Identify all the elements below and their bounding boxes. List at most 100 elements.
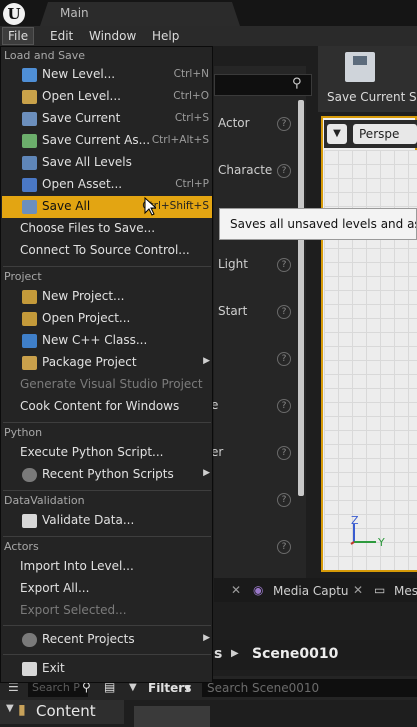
folder-icon: ▮ [18,702,26,718]
close-icon[interactable]: ✕ [353,583,363,597]
media-capture-icon: ◉ [253,583,264,597]
asset-tile[interactable] [134,706,210,727]
help-icon[interactable]: ? [277,305,291,319]
place-item-actor[interactable]: Actor [218,116,250,130]
menu-item-save-current-as[interactable]: Save Current As... Ctrl+Alt+S [2,130,212,152]
tab-media-capture[interactable]: Media Captu [273,582,349,600]
menu-item-recent-python-scripts[interactable]: Recent Python Scripts ▶ [2,464,212,486]
menu-file[interactable]: File [2,27,35,45]
submenu-arrow-icon: ▶ [203,356,210,366]
menu-item-generate-vs-project[interactable]: Generate Visual Studio Project [2,374,212,396]
place-actors-panel [214,66,306,581]
open-asset-icon [22,178,37,192]
perspective-button[interactable]: Perspe [353,124,417,144]
breadcrumb-chevron-icon: ▶ [231,648,239,659]
tab-main-label: Main [60,6,89,20]
menu-item-import-into-level[interactable]: Import Into Level... [2,556,212,578]
section-data-validation: DataValidation [4,494,85,507]
open-level-icon [22,90,37,104]
save-icon[interactable] [345,52,375,82]
cpp-class-icon [22,334,37,348]
menu-item-cook-content[interactable]: Cook Content for Windows [2,396,212,418]
help-icon[interactable]: ? [277,540,291,554]
menu-item-recent-projects[interactable]: Recent Projects ▶ [2,629,212,651]
menu-edit[interactable]: Edit [45,28,78,44]
save-current-button[interactable]: Save Current [327,90,405,104]
menu-help[interactable]: Help [147,28,184,44]
menu-item-new-level[interactable]: New Level... Ctrl+N [2,64,212,86]
file-menu-dropdown: Load and Save New Level... Ctrl+N Open L… [0,46,213,683]
place-actors-scrollbar[interactable] [298,100,304,496]
menu-bar: File Edit Window Help [0,26,417,46]
help-icon[interactable]: ? [277,399,291,413]
submenu-arrow-icon: ▶ [203,633,210,643]
help-icon[interactable]: ? [277,493,291,507]
validate-icon [22,514,37,528]
package-icon [22,356,37,370]
menu-item-export-all[interactable]: Export All... [2,578,212,600]
submenu-arrow-icon: ▶ [203,468,210,478]
help-icon[interactable]: ? [277,352,291,366]
recent-scripts-icon [22,468,37,482]
section-load-and-save: Load and Save [4,49,86,62]
menu-separator [3,490,211,491]
perspective-label: Perspe [359,127,400,141]
menu-item-execute-python-script[interactable]: Execute Python Script... [2,442,212,464]
help-icon[interactable]: ? [277,446,291,460]
breadcrumb-current[interactable]: Scene0010 [252,646,338,662]
menu-separator [3,654,211,655]
open-project-icon [22,312,37,326]
menu-window[interactable]: Window [84,28,141,44]
menu-item-open-level[interactable]: Open Level... Ctrl+O [2,86,212,108]
close-icon[interactable]: ✕ [231,583,241,597]
help-icon[interactable]: ? [277,258,291,272]
gizmo-y-label: Y [378,536,385,549]
help-icon[interactable]: ? [277,164,291,178]
menu-item-save-current[interactable]: Save Current Ctrl+S [2,108,212,130]
new-project-icon [22,290,37,304]
menu-item-open-project[interactable]: Open Project... [2,308,212,330]
menu-item-new-cpp-class[interactable]: New C++ Class... [2,330,212,352]
menu-item-validate-data[interactable]: Validate Data... [2,510,212,532]
exit-icon [22,662,37,676]
place-item-character[interactable]: Characte [218,163,272,177]
save-icon [22,112,37,126]
menu-item-save-all-levels[interactable]: Save All Levels [2,152,212,174]
place-item-light[interactable]: Light [218,257,248,271]
save-all-icon [22,200,37,214]
toolbar-next-button[interactable]: S [409,90,417,104]
menu-separator [3,536,211,537]
section-project: Project [4,270,42,283]
asset-search-input[interactable]: Search Scene0010 [202,679,417,697]
mouse-cursor-icon [144,197,156,216]
save-as-icon [22,134,37,148]
menu-separator [3,625,211,626]
filter-icon: ▼ [129,682,137,693]
search-icon[interactable]: ⚲ [292,76,302,91]
gizmo-z-label: Z [351,514,359,527]
tab-message-log[interactable]: Mes [394,582,417,600]
viewport-options-button[interactable]: ▼ [327,124,347,144]
menu-item-save-all[interactable]: Save All Ctrl+Shift+S [2,196,212,218]
section-python: Python [4,426,43,439]
menu-separator [3,422,211,423]
content-folder-label[interactable]: Content [36,702,96,720]
save-all-levels-icon [22,156,37,170]
menu-item-choose-files-to-save[interactable]: Choose Files to Save... [2,218,212,240]
place-item-player-start[interactable]: Start [218,304,247,318]
breadcrumb-parent[interactable]: s [214,646,222,662]
chevron-down-icon[interactable]: ▼ [6,703,14,714]
menu-item-connect-source-control[interactable]: Connect To Source Control... [2,240,212,262]
menu-item-new-project[interactable]: New Project... [2,286,212,308]
help-icon[interactable]: ? [277,117,291,131]
new-level-icon [22,68,37,82]
menu-item-exit[interactable]: Exit [2,658,212,680]
recent-projects-icon [22,633,37,647]
message-log-icon: ▭ [374,583,386,597]
tab-main[interactable]: Main [40,2,240,26]
section-actors: Actors [4,540,39,553]
menu-item-package-project[interactable]: Package Project ▶ [2,352,212,374]
unreal-logo-icon[interactable]: U [3,3,25,25]
menu-item-export-selected[interactable]: Export Selected... [2,600,212,622]
menu-item-open-asset[interactable]: Open Asset... Ctrl+P [2,174,212,196]
